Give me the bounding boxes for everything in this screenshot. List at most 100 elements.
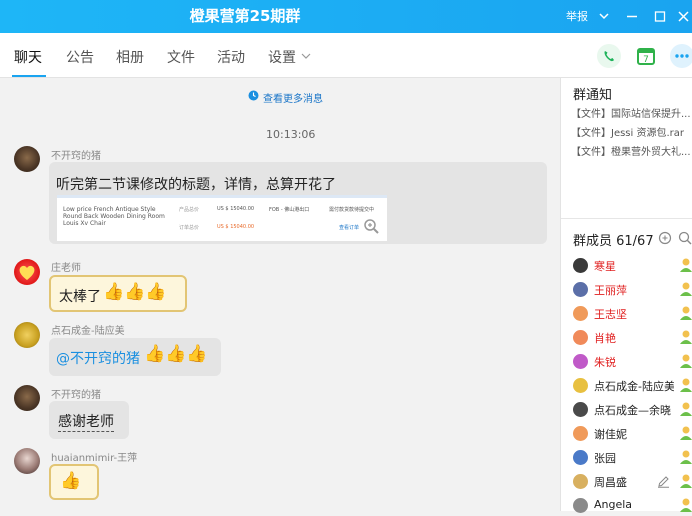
chevron-down-icon[interactable]: [598, 0, 610, 33]
chat-area[interactable]: 查看更多消息 10:13:06 不开窍的猪 听完第二节课修改的标题，详情，总算开…: [0, 78, 560, 511]
more-icon[interactable]: [670, 44, 692, 68]
message-bubble: 听完第二节课修改的标题，详情，总算开花了 Low price French An…: [49, 162, 547, 244]
member-item[interactable]: 周昌盛: [573, 472, 692, 492]
member-name: 点石成金—余晓: [594, 404, 671, 417]
notice-item[interactable]: 【文件】橙果营外贸大礼...: [571, 143, 691, 158]
member-role-icon: [679, 425, 692, 441]
member-avatar: [573, 474, 588, 489]
minimize-icon[interactable]: [626, 0, 638, 33]
group-members-title: 群成员 61/67: [573, 234, 654, 249]
member-avatar: [573, 330, 588, 345]
view-more-messages-link[interactable]: 查看更多消息: [263, 90, 323, 105]
zoom-in-icon[interactable]: [363, 218, 379, 238]
search-icon[interactable]: [678, 231, 692, 248]
message-bubble: 感谢老师: [49, 401, 129, 439]
add-member-icon[interactable]: [658, 231, 672, 248]
member-item[interactable]: 谢佳妮: [573, 424, 692, 444]
tab-settings[interactable]: 设置: [268, 47, 296, 67]
order-total-value: US $ 15040.00: [217, 224, 255, 230]
member-item[interactable]: 朱锐: [573, 352, 692, 372]
member-item[interactable]: 张园: [573, 448, 692, 468]
member-avatar: [573, 306, 588, 321]
member-item[interactable]: 肖艳: [573, 328, 692, 348]
member-avatar: [573, 450, 588, 465]
product-total-value: US $ 15040.00: [217, 206, 255, 212]
member-avatar: [573, 282, 588, 297]
member-role-icon: [679, 377, 692, 393]
message-text: 听完第二节课修改的标题，详情，总算开花了: [56, 177, 336, 193]
avatar[interactable]: [14, 146, 40, 172]
member-name: 王丽萍: [594, 284, 627, 297]
order-card-image[interactable]: Low price French Antique Style Round Bac…: [57, 195, 387, 241]
order-total-label: 订单总价: [179, 225, 200, 231]
tab-album[interactable]: 相册: [116, 47, 144, 67]
clock-icon: [248, 90, 259, 104]
svg-text:7: 7: [643, 55, 649, 65]
sender-name: 不开窍的猪: [51, 151, 101, 162]
window-title: 橙果营第25期群: [189, 7, 301, 25]
member-role-icon: [679, 305, 692, 321]
member-role-icon: [679, 449, 692, 465]
order-terms: FOB - 佛山港出口: [269, 207, 310, 213]
avatar[interactable]: [14, 259, 40, 285]
active-tab-indicator: [12, 75, 46, 77]
maximize-icon[interactable]: [654, 0, 666, 33]
member-avatar: [573, 426, 588, 441]
avatar[interactable]: [14, 448, 40, 474]
tab-activities[interactable]: 活动: [217, 47, 245, 67]
member-role-icon: [679, 473, 692, 489]
phone-icon[interactable]: [597, 44, 621, 68]
mention-link[interactable]: @不开窍的猪: [56, 348, 140, 368]
product-total-label: 产品总价: [179, 207, 200, 213]
member-item[interactable]: 王丽萍: [573, 280, 692, 300]
member-item[interactable]: 点石成金-陆应美: [573, 376, 692, 396]
chevron-down-icon[interactable]: [301, 50, 311, 64]
member-item[interactable]: 王志坚: [573, 304, 692, 324]
message-text: 太棒了: [59, 289, 101, 305]
title-bar: 橙果营第25期群 举报: [0, 0, 692, 33]
sender-name: 庄老师: [51, 263, 81, 274]
member-role-icon: [679, 353, 692, 369]
member-avatar: [573, 402, 588, 417]
group-notice-title: 群通知: [573, 88, 613, 103]
notice-item[interactable]: 【文件】Jessi 资源包.rar: [571, 124, 691, 139]
tab-announcement[interactable]: 公告: [66, 47, 94, 67]
avatar[interactable]: [14, 385, 40, 411]
member-item[interactable]: 寒星: [573, 256, 692, 276]
thumbs-up-emoji: 👍👍👍: [103, 282, 167, 302]
member-name: 寒星: [594, 260, 616, 273]
message-bubble: 👍: [49, 464, 99, 500]
order-status: 需付款货款待提交中: [329, 207, 375, 213]
thumbs-up-emoji: 👍: [60, 471, 82, 491]
member-name: 点石成金-陆应美: [594, 380, 674, 393]
message-timestamp: 10:13:06: [266, 128, 316, 141]
member-name: Angela: [594, 498, 633, 511]
tab-chat[interactable]: 聊天: [14, 47, 42, 67]
close-icon[interactable]: [678, 0, 690, 33]
member-role-icon: [679, 257, 692, 273]
member-name: 肖艳: [594, 332, 616, 345]
report-button[interactable]: 举报: [566, 0, 588, 33]
order-product-text: Low price French Antique Style Round Bac…: [63, 206, 165, 227]
member-role-icon: [679, 281, 692, 297]
thumbs-up-emoji: 👍👍👍: [144, 344, 208, 364]
sender-name: huaianmimir-王萍: [51, 453, 138, 464]
member-name: 王志坚: [594, 308, 627, 321]
member-name: 朱锐: [594, 356, 616, 369]
calendar-icon[interactable]: 7: [634, 44, 658, 68]
sender-name: 不开窍的猪: [51, 390, 101, 401]
member-name: 谢佳妮: [594, 428, 627, 441]
edit-icon[interactable]: [657, 475, 670, 491]
member-avatar: [573, 378, 588, 393]
member-avatar: [573, 258, 588, 273]
member-avatar: [573, 354, 588, 369]
group-sidebar: 群通知 【文件】国际站信保提升... 【文件】Jessi 资源包.rar 【文件…: [560, 78, 692, 513]
avatar[interactable]: [14, 322, 40, 348]
notice-item[interactable]: 【文件】国际站信保提升...: [571, 105, 691, 120]
member-item[interactable]: Angela: [573, 496, 692, 516]
member-item[interactable]: 点石成金—余晓: [573, 400, 692, 420]
message-text: 感谢老师: [58, 411, 114, 432]
view-order-link[interactable]: 查看订单: [339, 224, 359, 231]
tab-files[interactable]: 文件: [167, 47, 195, 67]
member-role-icon: [679, 401, 692, 417]
